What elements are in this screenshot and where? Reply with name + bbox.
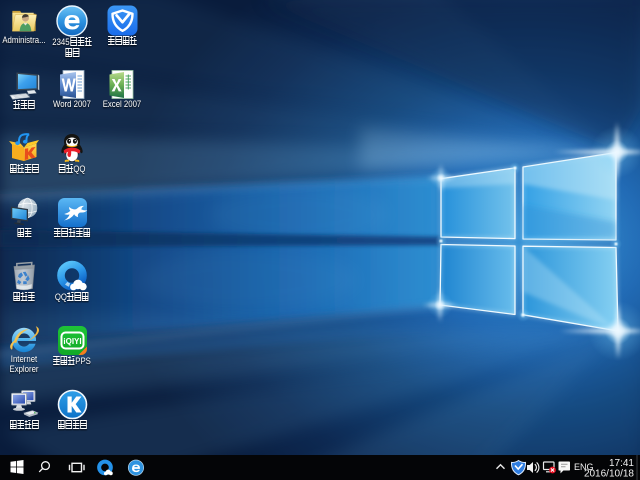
svg-text:17:41: 17:41 xyxy=(609,458,634,469)
svg-text:iQIYI: iQIYI xyxy=(63,337,81,346)
svg-text:2016/10/18: 2016/10/18 xyxy=(584,469,634,480)
